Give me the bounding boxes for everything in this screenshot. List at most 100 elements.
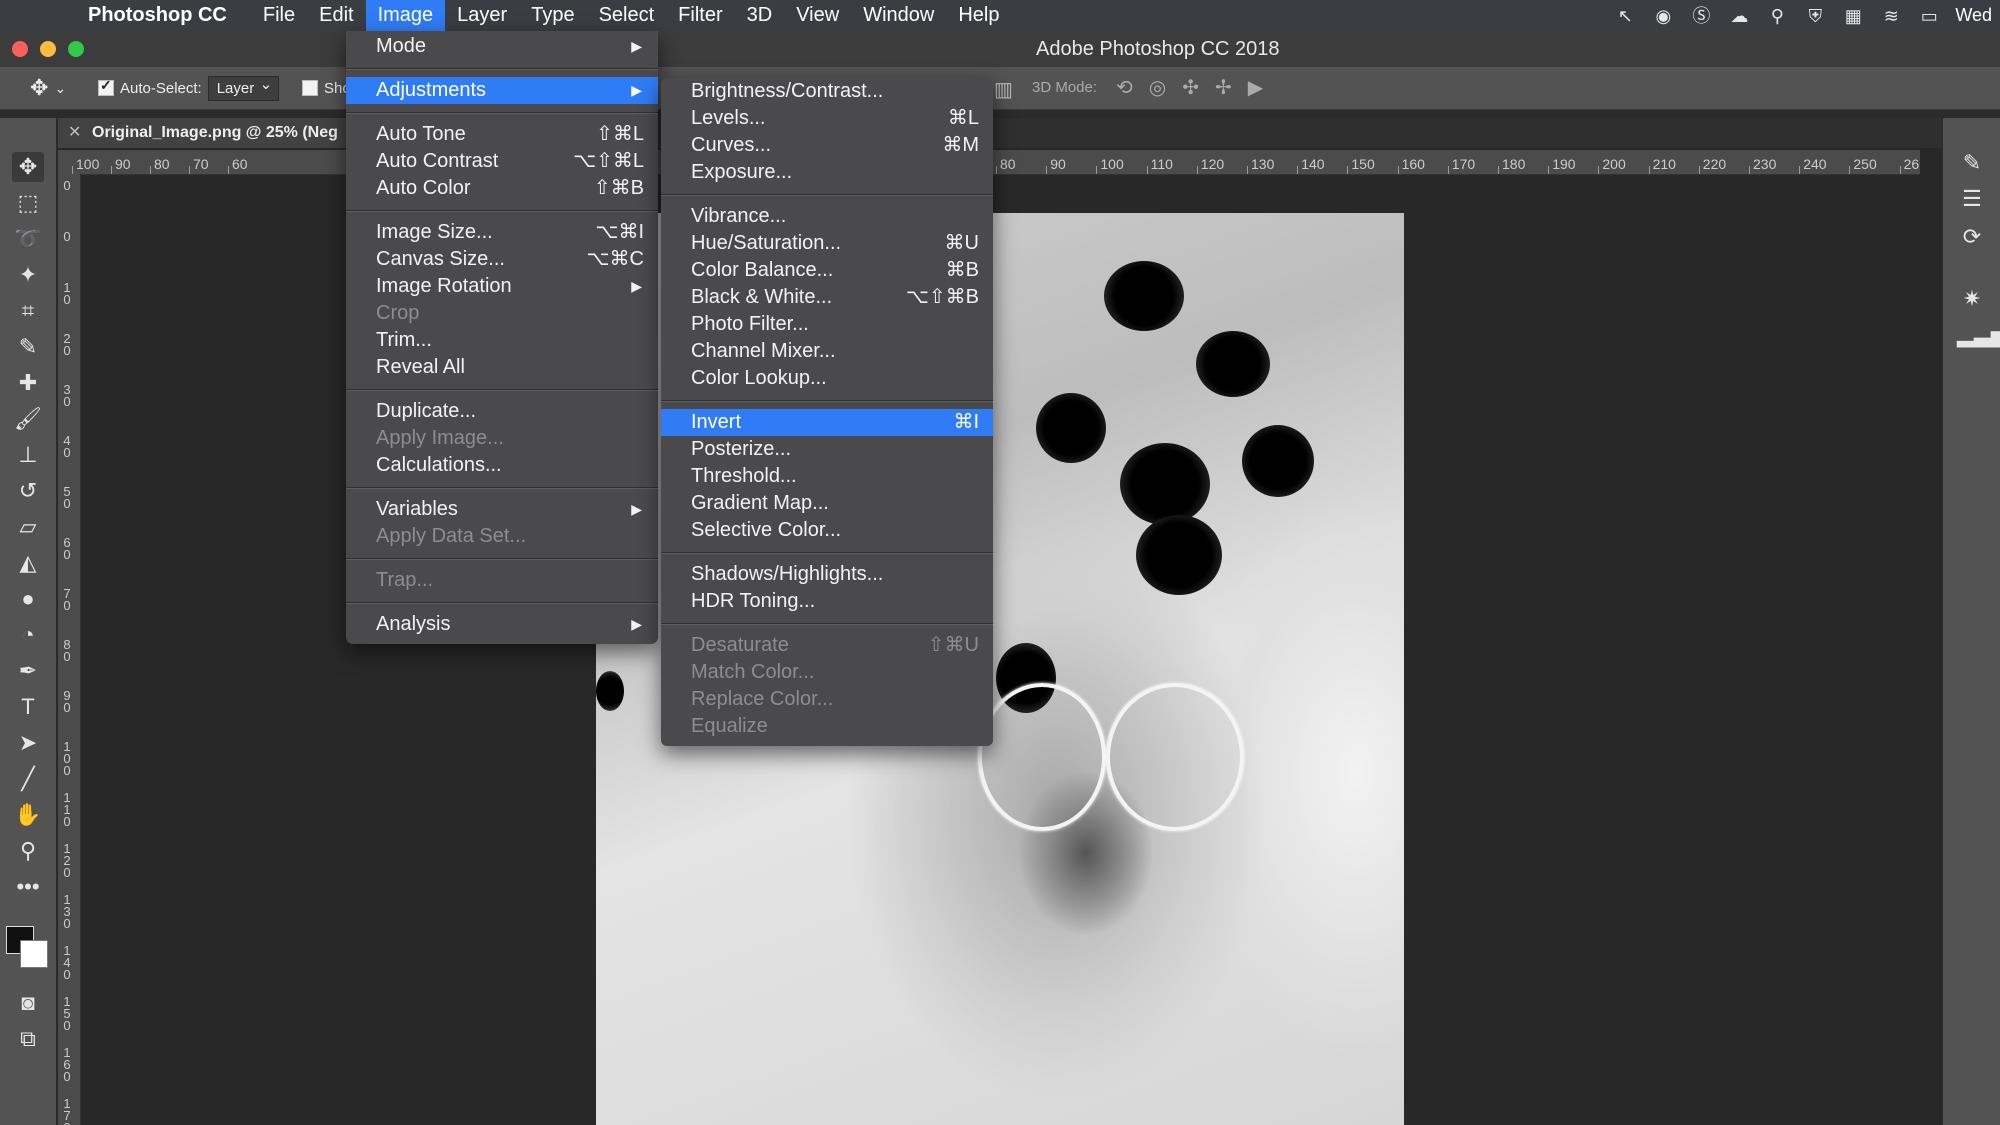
menu-item-trim[interactable]: Trim... [346, 327, 658, 354]
quick-mask-icon[interactable]: ◙ [12, 988, 44, 1018]
3d-roll-icon[interactable]: ◎ [1149, 75, 1166, 100]
3d-pan-icon[interactable]: ✣ [1182, 75, 1199, 100]
distribute-icon[interactable]: ▥ [994, 77, 1013, 102]
menu-item-mode[interactable]: Mode ▶ [346, 33, 658, 60]
s-app-icon[interactable]: Ⓢ [1689, 6, 1713, 26]
menu-layer[interactable]: Layer [445, 0, 519, 31]
close-window-button[interactable] [12, 41, 28, 57]
lasso-icon[interactable]: ➰ [12, 224, 44, 254]
screen-mode-icon[interactable]: ⧉ [12, 1024, 44, 1054]
pen-icon[interactable]: ✒ [12, 656, 44, 686]
paint-bucket-icon[interactable]: ◭ [12, 548, 44, 578]
menu-item-image-size[interactable]: Image Size... ⌥⌘I [346, 219, 658, 246]
menu-item-color-lookup[interactable]: Color Lookup... [661, 365, 993, 392]
adjustments-sliders-icon[interactable]: ☰ [1957, 186, 1987, 214]
menu-view[interactable]: View [784, 0, 851, 31]
chevron-down-icon[interactable]: ⌄ [54, 80, 66, 97]
menu-item-exposure[interactable]: Exposure... [661, 159, 993, 186]
menu-item-adjustments[interactable]: Adjustments ▶ [346, 77, 658, 104]
line-icon[interactable]: ╱ [12, 764, 44, 794]
menu-item-hue-saturation[interactable]: Hue/Saturation... ⌘U [661, 230, 993, 257]
3d-camera-icon[interactable]: ▶ [1248, 75, 1263, 100]
menu-item-duplicate[interactable]: Duplicate... [346, 398, 658, 425]
menu-item-photo-filter[interactable]: Photo Filter... [661, 311, 993, 338]
type-icon[interactable]: T [12, 692, 44, 722]
menu-item-threshold[interactable]: Threshold... [661, 463, 993, 490]
history-icon[interactable]: ⟳ [1957, 224, 1987, 252]
navigator-icon[interactable]: ✷ [1957, 286, 1987, 314]
menu-item-posterize[interactable]: Posterize... [661, 436, 993, 463]
menu-item-auto-contrast[interactable]: Auto Contrast ⌥⇧⌘L [346, 148, 658, 175]
menu-window[interactable]: Window [851, 0, 946, 31]
battery-icon[interactable]: ▭ [1917, 6, 1941, 26]
eraser-icon[interactable]: ▱ [12, 512, 44, 542]
menu-image[interactable]: Image [365, 0, 446, 31]
close-document-icon[interactable]: ✕ [68, 118, 81, 148]
menu-item-canvas-size[interactable]: Canvas Size... ⌥⌘C [346, 246, 658, 273]
menu-type[interactable]: Type [519, 0, 586, 31]
auto-select-dropdown[interactable]: Layer [207, 75, 280, 101]
menu-item-levels[interactable]: Levels... ⌘L [661, 105, 993, 132]
clone-stamp-icon[interactable]: ⊥ [12, 440, 44, 470]
hand-icon[interactable]: ✋ [12, 800, 44, 830]
path-selection-icon[interactable]: ➤ [12, 728, 44, 758]
move-icon[interactable]: ✥ [12, 152, 44, 182]
marquee-icon[interactable]: ⬚ [12, 188, 44, 218]
menu-filter[interactable]: Filter [666, 0, 734, 31]
binoculars-icon[interactable]: ⚲ [1765, 6, 1789, 26]
more-tools-icon[interactable]: ••• [12, 872, 44, 902]
clock[interactable]: Wed [1955, 5, 1992, 26]
magic-wand-icon[interactable]: ✦ [12, 260, 44, 290]
3d-rotate-icon[interactable]: ⟲ [1116, 75, 1133, 100]
zoom-icon[interactable]: ⚲ [12, 836, 44, 866]
brush-settings-icon[interactable]: ✎ [1957, 150, 1987, 178]
menu-item-variables[interactable]: Variables ▶ [346, 496, 658, 523]
menu-item-black-white[interactable]: Black & White... ⌥⇧⌘B [661, 284, 993, 311]
menu-item-curves[interactable]: Curves... ⌘M [661, 132, 993, 159]
menu-item-color-balance[interactable]: Color Balance... ⌘B [661, 257, 993, 284]
menu-item-image-rotation[interactable]: Image Rotation ▶ [346, 273, 658, 300]
menu-item-gradient-map[interactable]: Gradient Map... [661, 490, 993, 517]
menu-item-calculations[interactable]: Calculations... [346, 452, 658, 479]
move-tool-preset-icon[interactable]: ✥ [30, 75, 48, 101]
history-brush-icon[interactable]: ↺ [12, 476, 44, 506]
menu-item-selective-color[interactable]: Selective Color... [661, 517, 993, 544]
menu-3d[interactable]: 3D [735, 0, 785, 31]
menu-item-hdr-toning[interactable]: HDR Toning... [661, 588, 993, 615]
eyedropper-icon[interactable]: ✎ [12, 332, 44, 362]
creative-cloud-icon[interactable]: ☁ [1727, 6, 1751, 26]
menu-item-auto-tone[interactable]: Auto Tone ⇧⌘L [346, 121, 658, 148]
dodge-icon[interactable]: ◔ [12, 620, 44, 650]
menu-item-invert[interactable]: Invert ⌘I [661, 409, 993, 436]
blur-icon[interactable]: ● [12, 584, 44, 614]
minimize-window-button[interactable] [40, 41, 56, 57]
show-transform-checkbox[interactable] [302, 80, 318, 96]
menu-item-brightness-contrast[interactable]: Brightness/Contrast... [661, 78, 993, 105]
shield-icon[interactable]: ⛨ [1803, 6, 1827, 26]
cursor-icon[interactable]: ↖ [1613, 6, 1637, 26]
brush-icon[interactable]: 🖌 [12, 404, 44, 434]
menu-item-reveal-all[interactable]: Reveal All [346, 354, 658, 381]
background-color-swatch[interactable] [20, 940, 48, 968]
auto-select-checkbox[interactable] [98, 77, 114, 96]
menu-file[interactable]: File [251, 0, 307, 31]
app-menu[interactable]: Photoshop CC [76, 0, 239, 31]
zoom-window-button[interactable] [68, 41, 84, 57]
menu-select[interactable]: Select [587, 0, 667, 31]
menu-item-channel-mixer[interactable]: Channel Mixer... [661, 338, 993, 365]
histogram-icon[interactable]: ▂▃▅ [1957, 322, 2000, 350]
document-tab[interactable]: ✕ Original_Image.png @ 25% (Neg [58, 118, 348, 148]
ruler-tick [1146, 166, 1148, 174]
crop-icon[interactable]: ⌗ [12, 296, 44, 326]
healing-brush-icon[interactable]: ✚ [12, 368, 44, 398]
menu-item-vibrance[interactable]: Vibrance... [661, 203, 993, 230]
3d-slide-icon[interactable]: ✢ [1215, 75, 1232, 100]
keyboard-icon[interactable]: ▦ [1841, 6, 1865, 26]
menu-edit[interactable]: Edit [307, 0, 365, 31]
menu-item-shadows-highlights[interactable]: Shadows/Highlights... [661, 561, 993, 588]
globe-icon[interactable]: ◉ [1651, 6, 1675, 26]
menu-item-auto-color[interactable]: Auto Color ⇧⌘B [346, 175, 658, 202]
menu-help[interactable]: Help [946, 0, 1011, 31]
wifi-icon[interactable]: ≋ [1879, 6, 1903, 26]
menu-item-analysis[interactable]: Analysis ▶ [346, 611, 658, 638]
